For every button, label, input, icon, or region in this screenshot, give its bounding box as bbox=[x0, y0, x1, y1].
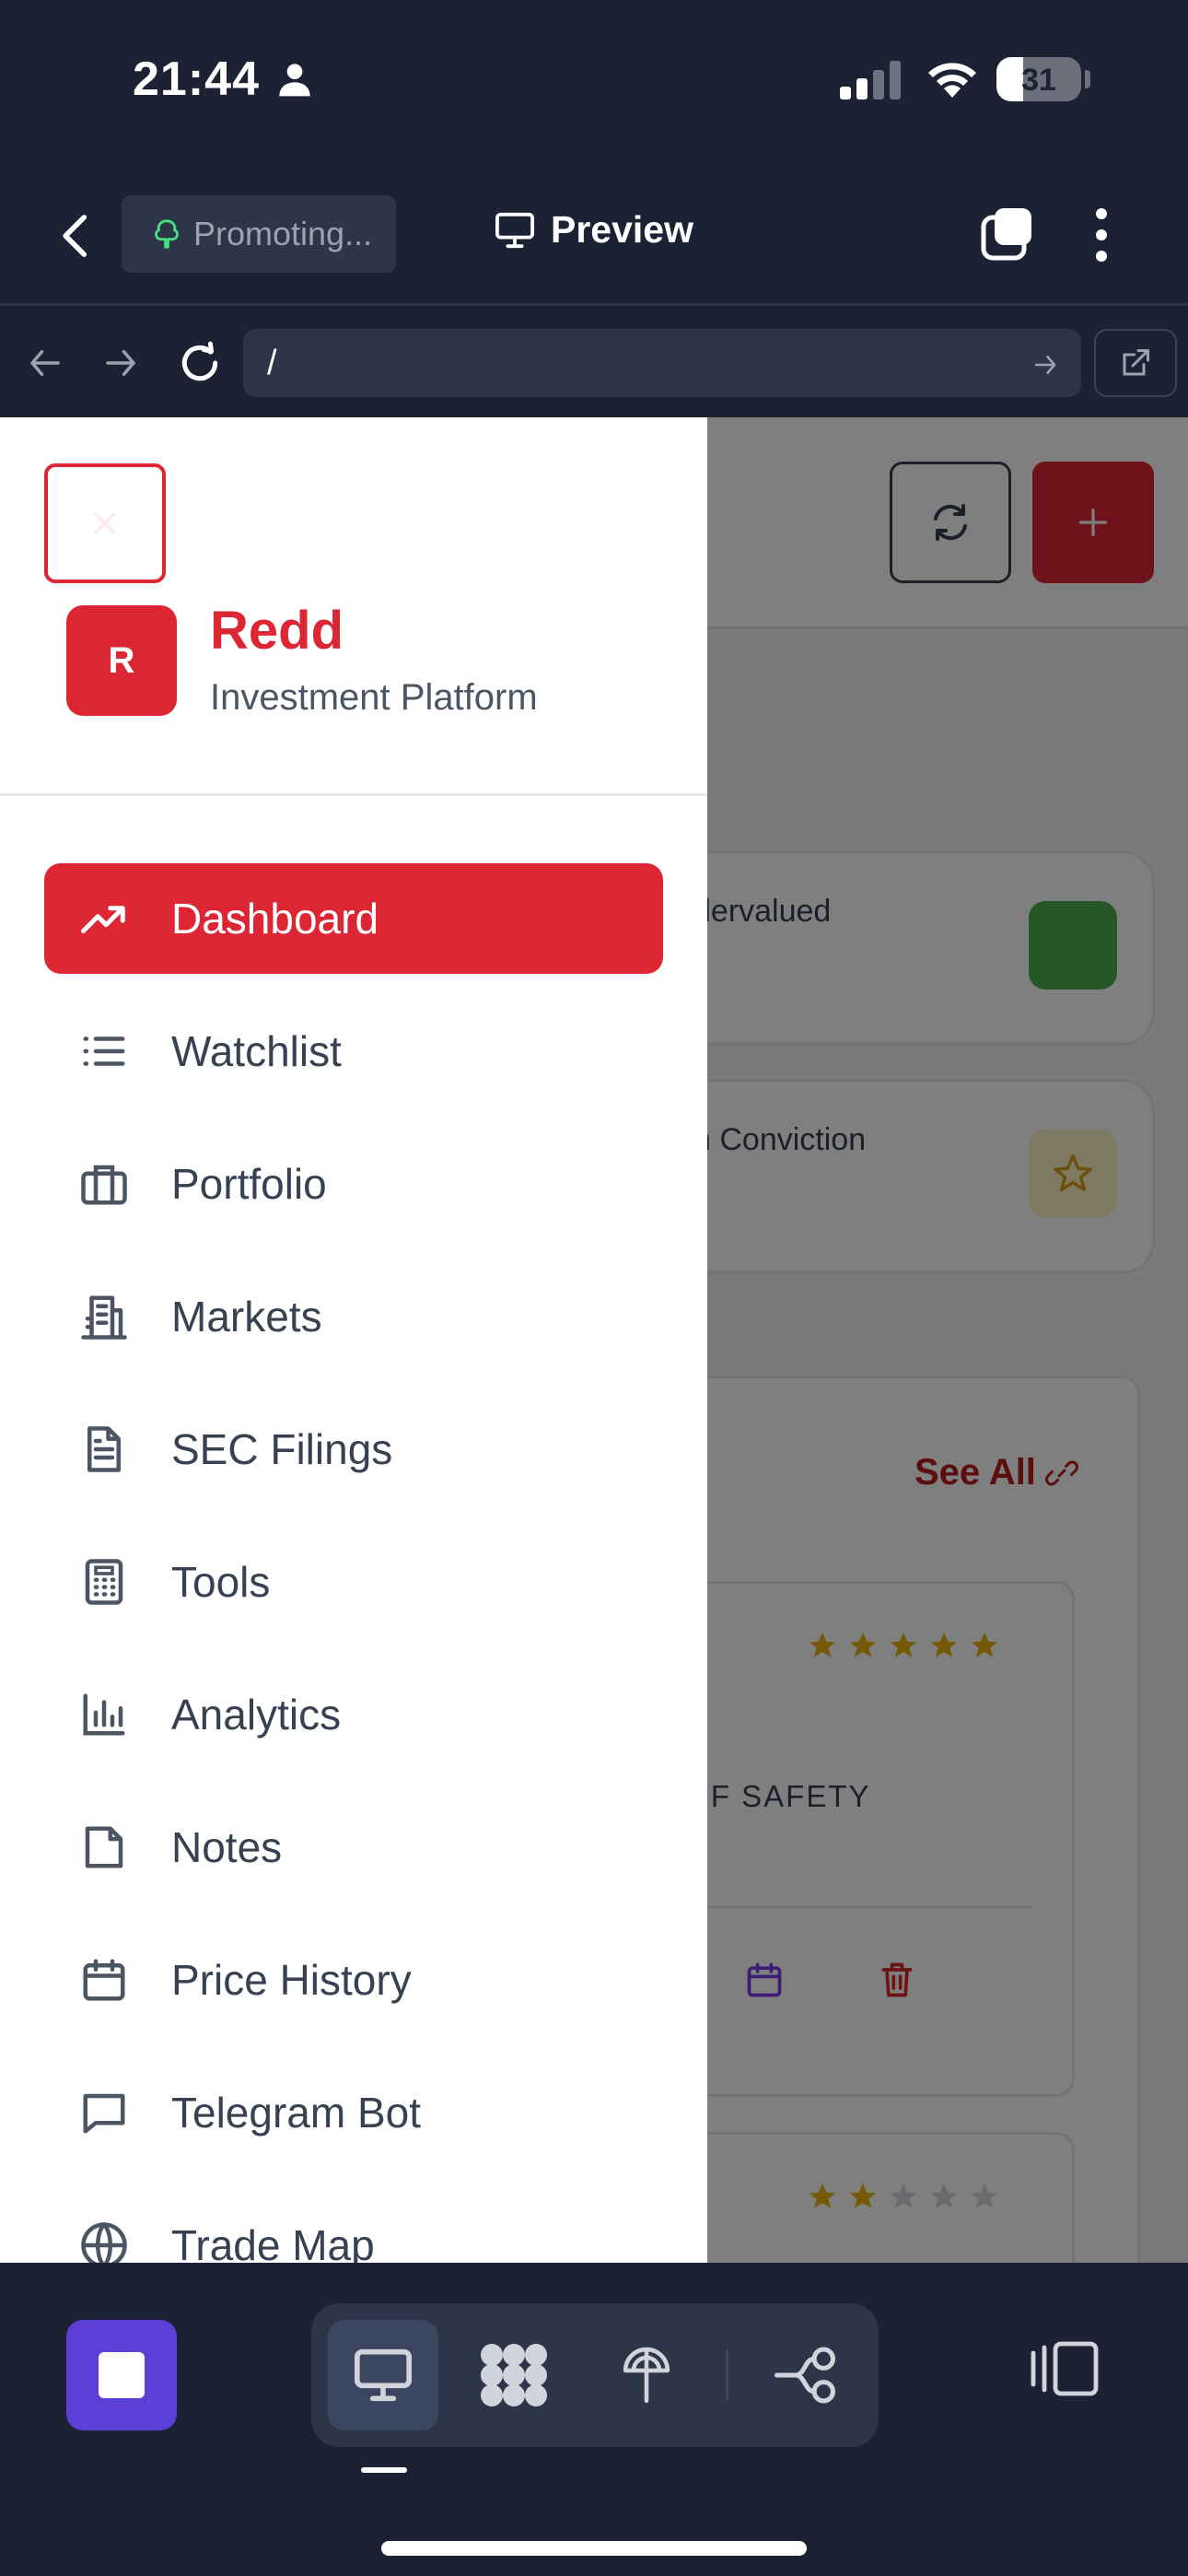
list-icon bbox=[79, 1026, 129, 1076]
monitor-icon bbox=[495, 212, 534, 248]
nav-item-trade-map[interactable]: Trade Map bbox=[44, 2190, 663, 2263]
arrow-left-icon bbox=[30, 350, 60, 376]
brand-logo: R bbox=[66, 605, 177, 716]
nav-item-dashboard[interactable]: Dashboard bbox=[44, 863, 663, 974]
tabs-icon bbox=[981, 208, 1031, 261]
antenna-icon bbox=[623, 2347, 670, 2404]
project-chip[interactable]: Promoting... bbox=[122, 195, 396, 273]
wifi-icon bbox=[924, 57, 981, 100]
browser-back-button[interactable] bbox=[26, 344, 64, 382]
trending-up-icon bbox=[79, 894, 129, 943]
note-icon bbox=[79, 1822, 129, 1872]
close-icon bbox=[94, 512, 116, 534]
nav-label: Notes bbox=[171, 1823, 283, 1871]
arrow-right-icon bbox=[106, 350, 135, 376]
brand-subtitle: Investment Platform bbox=[210, 677, 538, 718]
arrow-right-icon bbox=[1034, 356, 1056, 374]
nav-label: Analytics bbox=[171, 1691, 342, 1739]
tabs-button[interactable] bbox=[978, 205, 1037, 263]
nav-label: Tools bbox=[171, 1558, 271, 1606]
app-header: Promoting... Preview bbox=[0, 166, 1188, 306]
project-name: Promoting... bbox=[193, 215, 373, 252]
url-input[interactable]: / bbox=[243, 329, 1081, 397]
nav-item-price-history[interactable]: Price History bbox=[44, 1925, 663, 2035]
nav-item-telegram-bot[interactable]: Telegram Bot bbox=[44, 2057, 663, 2168]
nav-item-analytics[interactable]: Analytics bbox=[44, 1659, 663, 1770]
nav-label: SEC Filings bbox=[171, 1425, 393, 1473]
tool-group bbox=[311, 2303, 879, 2447]
preview-tool-button[interactable] bbox=[328, 2320, 438, 2430]
close-drawer-button[interactable] bbox=[44, 463, 166, 583]
nav-label: Price History bbox=[171, 1956, 412, 2004]
bottom-toolbar bbox=[0, 2263, 1188, 2576]
go-button[interactable] bbox=[1031, 351, 1059, 379]
nav-item-sec-filings[interactable]: SEC Filings bbox=[44, 1394, 663, 1505]
stop-button[interactable] bbox=[66, 2320, 177, 2430]
status-bar: 21:44 31 bbox=[0, 0, 1188, 166]
open-external-button[interactable] bbox=[1094, 329, 1177, 397]
status-time: 21:44 bbox=[133, 53, 260, 106]
building-icon bbox=[79, 1292, 129, 1341]
stop-icon bbox=[99, 2352, 145, 2398]
reload-icon bbox=[181, 341, 218, 381]
toolbar-divider bbox=[726, 2349, 728, 2401]
bar-chart-icon bbox=[79, 1690, 129, 1739]
url-row: / bbox=[0, 309, 1188, 417]
deploy-tool-button[interactable] bbox=[591, 2320, 702, 2430]
person-icon bbox=[276, 61, 313, 98]
battery-indicator: 31 bbox=[996, 57, 1081, 101]
side-panel-icon bbox=[1031, 2341, 1099, 2396]
more-options-button[interactable] bbox=[1090, 206, 1112, 263]
workflow-tool-button[interactable] bbox=[750, 2320, 860, 2430]
nav-label: Dashboard bbox=[171, 895, 379, 943]
drawer-divider bbox=[0, 793, 707, 796]
battery-tip bbox=[1085, 70, 1090, 88]
more-vertical-icon bbox=[1096, 208, 1107, 262]
agents-tool-button[interactable] bbox=[459, 2320, 569, 2430]
nav-label: Watchlist bbox=[171, 1027, 342, 1075]
external-link-icon bbox=[1123, 349, 1149, 376]
nav-label: Trade Map bbox=[171, 2221, 375, 2263]
back-button[interactable] bbox=[57, 212, 98, 260]
chevron-left-icon bbox=[63, 215, 87, 257]
message-icon bbox=[79, 2088, 129, 2137]
workflow-icon bbox=[775, 2347, 835, 2404]
calendar-icon bbox=[79, 1955, 129, 2005]
battery-level: 31 bbox=[1021, 63, 1056, 98]
globe-icon bbox=[79, 2220, 129, 2263]
calculator-icon bbox=[79, 1557, 129, 1607]
nav-label: Portfolio bbox=[171, 1160, 327, 1208]
network-icon bbox=[481, 2344, 547, 2406]
document-icon bbox=[79, 1424, 129, 1474]
active-tool-indicator bbox=[361, 2467, 407, 2473]
nav-label: Markets bbox=[171, 1293, 322, 1341]
browser-forward-button[interactable] bbox=[101, 344, 140, 382]
preview-label: Preview bbox=[551, 208, 693, 251]
monitor-icon bbox=[355, 2348, 412, 2402]
nav-item-portfolio[interactable]: Portfolio bbox=[44, 1129, 663, 1239]
nav-item-markets[interactable]: Markets bbox=[44, 1261, 663, 1372]
nav-item-watchlist[interactable]: Watchlist bbox=[44, 996, 663, 1107]
home-indicator bbox=[381, 2541, 807, 2556]
reload-button[interactable] bbox=[177, 340, 223, 386]
nav-label: Telegram Bot bbox=[171, 2089, 422, 2137]
briefcase-icon bbox=[79, 1159, 129, 1209]
navigation-drawer: R Redd Investment Platform Dashboard Wat… bbox=[0, 417, 707, 2263]
nav-item-tools[interactable]: Tools bbox=[44, 1527, 663, 1637]
web-preview-viewport: dervalued n Conviction See All bbox=[0, 417, 1188, 2263]
preview-tab[interactable]: Preview bbox=[494, 208, 693, 252]
nav-list: Dashboard Watchlist Portfolio Markets SE… bbox=[44, 863, 663, 2263]
side-panel-button[interactable] bbox=[1030, 2340, 1100, 2397]
brand-name: Redd bbox=[210, 601, 344, 661]
cellular-signal-icon bbox=[840, 61, 904, 100]
url-text: / bbox=[267, 343, 277, 382]
tree-icon bbox=[155, 219, 179, 249]
nav-item-notes[interactable]: Notes bbox=[44, 1792, 663, 1903]
